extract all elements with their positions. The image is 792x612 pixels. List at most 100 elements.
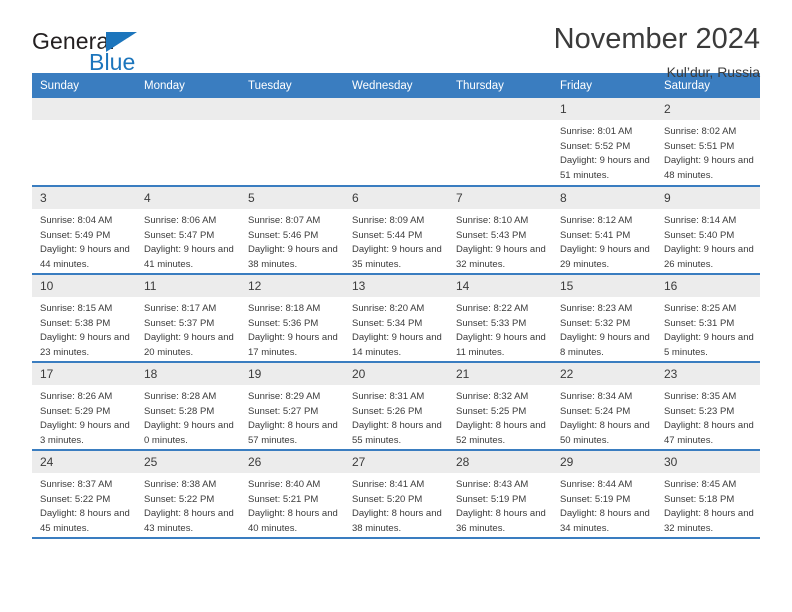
calendar-day-cell[interactable]: 15 Sunrise: 8:23 AM Sunset: 5:32 PM Dayligh…	[552, 274, 656, 363]
daylight-text: Daylight: 8 hours and 36 minutes.	[456, 508, 546, 534]
daylight-text: Daylight: 9 hours and 32 minutes.	[456, 244, 546, 270]
sunrise-text: Sunrise: 8:04 AM	[40, 215, 113, 226]
calendar-day-cell[interactable]: 17 Sunrise: 8:26 AM Sunset: 5:29 PM Dayligh…	[32, 362, 136, 451]
calendar-day-cell[interactable]: 10 Sunrise: 8:15 AM Sunset: 5:38 PM Dayligh…	[32, 274, 136, 363]
calendar-day-cell[interactable]: 2 Sunrise: 8:02 AM Sunset: 5:51 PM Daylight…	[656, 98, 760, 187]
day-sun-info: Sunrise: 8:15 AM Sunset: 5:38 PM Daylight:…	[32, 297, 136, 360]
calendar-day-cell[interactable]: 18 Sunrise: 8:28 AM Sunset: 5:28 PM Dayligh…	[136, 362, 240, 451]
calendar-day-cell[interactable]: 8 Sunrise: 8:12 AM Sunset: 5:41 PM Daylight…	[552, 186, 656, 275]
day-number: 28	[448, 451, 552, 473]
calendar-day-cell[interactable]: 6 Sunrise: 8:09 AM Sunset: 5:44 PM Daylight…	[344, 186, 448, 275]
daylight-text: Daylight: 9 hours and 38 minutes.	[248, 244, 338, 270]
sunset-text: Sunset: 5:41 PM	[560, 229, 631, 241]
sunrise-text: Sunrise: 8:07 AM	[248, 215, 321, 226]
day-sun-info: Sunrise: 8:25 AM Sunset: 5:31 PM Daylight:…	[656, 297, 760, 360]
calendar-day-cell[interactable]: 13 Sunrise: 8:20 AM Sunset: 5:34 PM Dayligh…	[344, 274, 448, 363]
general-blue-logo: General Blue	[32, 28, 272, 80]
calendar-day-cell[interactable]: 25 Sunrise: 8:38 AM Sunset: 5:22 PM Dayligh…	[136, 450, 240, 539]
calendar-day-cell[interactable]: 19 Sunrise: 8:29 AM Sunset: 5:27 PM Dayligh…	[240, 362, 344, 451]
sunset-text: Sunset: 5:22 PM	[144, 493, 215, 505]
calendar-day-cell-empty	[32, 98, 136, 187]
sunrise-text: Sunrise: 8:23 AM	[560, 303, 633, 314]
day-number: 8	[552, 187, 656, 209]
day-cell-inner: 19 Sunrise: 8:29 AM Sunset: 5:27 PM Dayligh…	[240, 363, 344, 449]
day-number: 25	[136, 451, 240, 473]
day-sun-info: Sunrise: 8:06 AM Sunset: 5:47 PM Daylight:…	[136, 209, 240, 272]
day-sun-info: Sunrise: 8:20 AM Sunset: 5:34 PM Daylight:…	[344, 297, 448, 360]
day-number: 12	[240, 275, 344, 297]
day-cell-inner: 16 Sunrise: 8:25 AM Sunset: 5:31 PM Dayligh…	[656, 275, 760, 361]
day-cell-inner	[136, 98, 240, 185]
calendar-day-cell[interactable]: 23 Sunrise: 8:35 AM Sunset: 5:23 PM Dayligh…	[656, 362, 760, 451]
daylight-text: Daylight: 8 hours and 52 minutes.	[456, 420, 546, 446]
day-number: 6	[344, 187, 448, 209]
calendar-day-cell[interactable]: 5 Sunrise: 8:07 AM Sunset: 5:46 PM Daylight…	[240, 186, 344, 275]
sunrise-text: Sunrise: 8:12 AM	[560, 215, 633, 226]
day-cell-inner: 3 Sunrise: 8:04 AM Sunset: 5:49 PM Daylight…	[32, 187, 136, 273]
day-number: 29	[552, 451, 656, 473]
calendar-day-cell[interactable]: 16 Sunrise: 8:25 AM Sunset: 5:31 PM Dayligh…	[656, 274, 760, 363]
day-cell-inner: 29 Sunrise: 8:44 AM Sunset: 5:19 PM Dayligh…	[552, 451, 656, 537]
day-cell-inner: 2 Sunrise: 8:02 AM Sunset: 5:51 PM Daylight…	[656, 98, 760, 185]
daylight-text: Daylight: 8 hours and 47 minutes.	[664, 420, 754, 446]
sunset-text: Sunset: 5:46 PM	[248, 229, 319, 241]
day-number: 10	[32, 275, 136, 297]
day-number	[32, 98, 136, 120]
day-sun-info: Sunrise: 8:44 AM Sunset: 5:19 PM Daylight:…	[552, 473, 656, 536]
daylight-text: Daylight: 9 hours and 0 minutes.	[144, 420, 234, 446]
day-number: 23	[656, 363, 760, 385]
calendar-day-cell[interactable]: 21 Sunrise: 8:32 AM Sunset: 5:25 PM Dayligh…	[448, 362, 552, 451]
calendar-day-cell[interactable]: 4 Sunrise: 8:06 AM Sunset: 5:47 PM Daylight…	[136, 186, 240, 275]
sunrise-text: Sunrise: 8:18 AM	[248, 303, 321, 314]
calendar-day-cell[interactable]: 3 Sunrise: 8:04 AM Sunset: 5:49 PM Daylight…	[32, 186, 136, 275]
day-sun-info: Sunrise: 8:01 AM Sunset: 5:52 PM Daylight:…	[552, 120, 656, 183]
day-sun-info: Sunrise: 8:31 AM Sunset: 5:26 PM Daylight:…	[344, 385, 448, 448]
day-cell-inner: 28 Sunrise: 8:43 AM Sunset: 5:19 PM Dayligh…	[448, 451, 552, 537]
day-number: 14	[448, 275, 552, 297]
sunset-text: Sunset: 5:32 PM	[560, 317, 631, 329]
calendar-day-cell[interactable]: 30 Sunrise: 8:45 AM Sunset: 5:18 PM Dayligh…	[656, 450, 760, 539]
sunrise-text: Sunrise: 8:28 AM	[144, 391, 217, 402]
day-sun-info: Sunrise: 8:07 AM Sunset: 5:46 PM Daylight:…	[240, 209, 344, 272]
day-cell-inner	[448, 98, 552, 185]
calendar-day-cell[interactable]: 28 Sunrise: 8:43 AM Sunset: 5:19 PM Dayligh…	[448, 450, 552, 539]
day-cell-inner: 17 Sunrise: 8:26 AM Sunset: 5:29 PM Dayligh…	[32, 363, 136, 449]
day-sun-info: Sunrise: 8:18 AM Sunset: 5:36 PM Daylight:…	[240, 297, 344, 360]
day-number: 7	[448, 187, 552, 209]
day-cell-inner: 5 Sunrise: 8:07 AM Sunset: 5:46 PM Daylight…	[240, 187, 344, 273]
sunrise-text: Sunrise: 8:20 AM	[352, 303, 425, 314]
calendar-day-cell[interactable]: 22 Sunrise: 8:34 AM Sunset: 5:24 PM Dayligh…	[552, 362, 656, 451]
calendar-day-cell[interactable]: 11 Sunrise: 8:17 AM Sunset: 5:37 PM Dayligh…	[136, 274, 240, 363]
daylight-text: Daylight: 9 hours and 29 minutes.	[560, 244, 650, 270]
calendar-day-cell[interactable]: 14 Sunrise: 8:22 AM Sunset: 5:33 PM Dayligh…	[448, 274, 552, 363]
daylight-text: Daylight: 9 hours and 11 minutes.	[456, 332, 546, 358]
day-cell-inner: 18 Sunrise: 8:28 AM Sunset: 5:28 PM Dayligh…	[136, 363, 240, 449]
calendar-day-cell[interactable]: 12 Sunrise: 8:18 AM Sunset: 5:36 PM Dayligh…	[240, 274, 344, 363]
calendar-day-cell[interactable]: 20 Sunrise: 8:31 AM Sunset: 5:26 PM Dayligh…	[344, 362, 448, 451]
calendar-day-cell[interactable]: 7 Sunrise: 8:10 AM Sunset: 5:43 PM Daylight…	[448, 186, 552, 275]
calendar-day-cell[interactable]: 27 Sunrise: 8:41 AM Sunset: 5:20 PM Dayligh…	[344, 450, 448, 539]
calendar-day-cell[interactable]: 29 Sunrise: 8:44 AM Sunset: 5:19 PM Dayligh…	[552, 450, 656, 539]
weekday-header-thursday: Thursday	[448, 73, 552, 98]
day-sun-info: Sunrise: 8:38 AM Sunset: 5:22 PM Daylight:…	[136, 473, 240, 536]
daylight-text: Daylight: 9 hours and 44 minutes.	[40, 244, 130, 270]
day-cell-inner: 25 Sunrise: 8:38 AM Sunset: 5:22 PM Dayligh…	[136, 451, 240, 537]
sunset-text: Sunset: 5:28 PM	[144, 405, 215, 417]
calendar-day-cell[interactable]: 26 Sunrise: 8:40 AM Sunset: 5:21 PM Dayligh…	[240, 450, 344, 539]
calendar-week-row: 1 Sunrise: 8:01 AM Sunset: 5:52 PM Daylight…	[32, 98, 760, 187]
day-cell-inner: 24 Sunrise: 8:37 AM Sunset: 5:22 PM Dayligh…	[32, 451, 136, 537]
sunset-text: Sunset: 5:49 PM	[40, 229, 111, 241]
sunset-text: Sunset: 5:19 PM	[456, 493, 527, 505]
sunrise-text: Sunrise: 8:40 AM	[248, 479, 321, 490]
day-sun-info: Sunrise: 8:35 AM Sunset: 5:23 PM Daylight:…	[656, 385, 760, 448]
daylight-text: Daylight: 8 hours and 43 minutes.	[144, 508, 234, 534]
day-number: 4	[136, 187, 240, 209]
day-sun-info: Sunrise: 8:41 AM Sunset: 5:20 PM Daylight:…	[344, 473, 448, 536]
calendar-day-cell[interactable]: 9 Sunrise: 8:14 AM Sunset: 5:40 PM Daylight…	[656, 186, 760, 275]
sunset-text: Sunset: 5:27 PM	[248, 405, 319, 417]
calendar-day-cell[interactable]: 24 Sunrise: 8:37 AM Sunset: 5:22 PM Dayligh…	[32, 450, 136, 539]
calendar-day-cell[interactable]: 1 Sunrise: 8:01 AM Sunset: 5:52 PM Daylight…	[552, 98, 656, 187]
sunrise-text: Sunrise: 8:10 AM	[456, 215, 529, 226]
day-sun-info: Sunrise: 8:45 AM Sunset: 5:18 PM Daylight:…	[656, 473, 760, 536]
day-number: 2	[656, 98, 760, 120]
